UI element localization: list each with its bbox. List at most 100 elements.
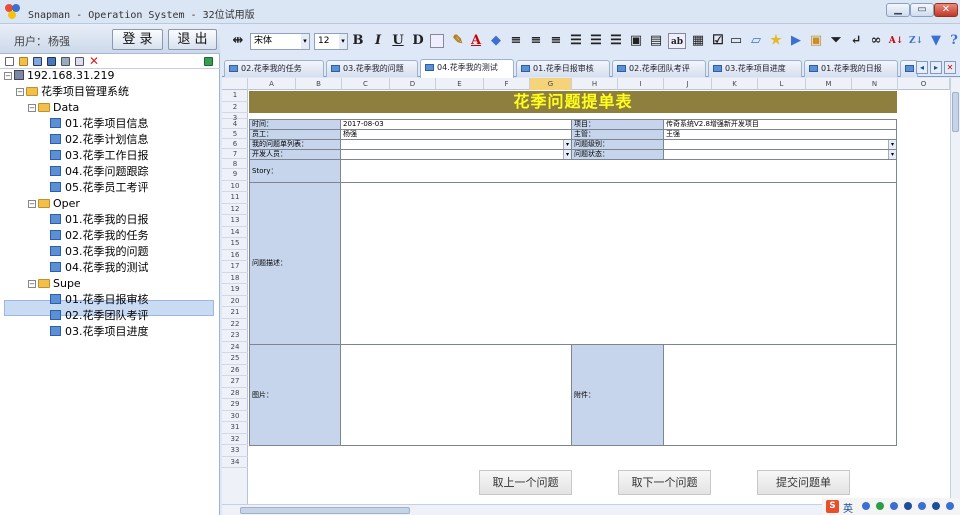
emoji-icon[interactable] <box>876 502 884 510</box>
open-folder-icon[interactable] <box>19 57 28 66</box>
col-header[interactable]: O <box>898 78 950 90</box>
star-icon[interactable]: ★ <box>768 33 784 49</box>
properties-icon[interactable] <box>75 57 84 66</box>
spreadsheet[interactable]: A B C D E F G H I J K L M N O 1 2 3 4 5 … <box>222 78 950 504</box>
collapse-icon[interactable]: − <box>28 280 36 288</box>
fill-color-icon[interactable]: ◆ <box>488 33 504 49</box>
tab-my-tests[interactable]: 04.花季我的测试 <box>420 59 514 78</box>
row-number[interactable]: 4 <box>222 119 248 129</box>
row-number[interactable]: 24 <box>222 342 248 353</box>
italic-button[interactable]: I <box>370 33 386 49</box>
image-icon[interactable]: ▱ <box>748 33 764 49</box>
tab-project-progress[interactable]: 03.花季项目进度 <box>708 60 802 77</box>
checkbox-icon[interactable]: ☑ <box>710 33 726 49</box>
row-number[interactable]: 26 <box>222 365 248 376</box>
row-number[interactable]: 31 <box>222 422 248 434</box>
row-number[interactable]: 20 <box>222 296 248 307</box>
corner-cell[interactable] <box>222 78 248 90</box>
row-number[interactable]: 10 <box>222 181 248 192</box>
scroll-thumb[interactable] <box>952 92 959 132</box>
tree-system[interactable]: − 花季项目管理系统 <box>16 84 129 100</box>
logout-button[interactable]: 退 出 <box>168 29 217 50</box>
chevron-down-icon[interactable]: ▾ <box>563 140 571 149</box>
row-number[interactable]: 6 <box>222 139 248 149</box>
keyboard-icon[interactable] <box>904 502 912 510</box>
row-number[interactable]: 8 <box>222 159 248 169</box>
copy-icon[interactable] <box>33 57 42 66</box>
col-header[interactable]: H <box>572 78 618 90</box>
row-number[interactable]: 9 <box>222 169 248 181</box>
ime-language[interactable]: 英 <box>843 500 853 515</box>
col-header-selected[interactable]: G <box>530 78 572 90</box>
description-field[interactable] <box>340 182 897 345</box>
prev-issue-button[interactable]: 取上一个问题 <box>479 470 572 495</box>
sort-asc-icon[interactable]: A↓ <box>888 33 904 49</box>
cut-icon[interactable] <box>47 57 56 66</box>
row-number[interactable]: 33 <box>222 445 248 457</box>
help-icon[interactable]: ? <box>946 33 960 49</box>
collapse-icon[interactable]: − <box>4 72 12 80</box>
minimize-button[interactable]: ▁ <box>886 3 910 17</box>
grid-icon[interactable] <box>946 502 954 510</box>
col-header[interactable]: F <box>484 78 530 90</box>
row-number[interactable]: 29 <box>222 399 248 411</box>
font-size-select[interactable]: 12 ▾ <box>314 33 348 50</box>
sort-desc-icon[interactable]: Z↓ <box>908 33 924 49</box>
link-icon[interactable]: ∞ <box>868 33 884 49</box>
tab-my-report[interactable]: 01.花季我的日报 <box>804 60 898 77</box>
row-number[interactable]: 17 <box>222 261 248 273</box>
chevron-down-icon[interactable]: ▾ <box>563 150 571 159</box>
ime-logo-icon[interactable]: S <box>826 500 839 513</box>
tree-item[interactable]: 03.花季我的问题 <box>50 244 149 260</box>
row-number[interactable]: 27 <box>222 376 248 388</box>
col-header[interactable]: M <box>806 78 852 90</box>
column-width-icon[interactable]: ⇹ <box>230 33 246 49</box>
lock-icon[interactable]: ▣ <box>808 33 824 49</box>
merge-icon[interactable]: ▣ <box>628 33 644 49</box>
row-number[interactable]: 12 <box>222 204 248 215</box>
chevron-down-icon[interactable]: ▾ <box>339 34 347 49</box>
maximize-button[interactable]: ▭ <box>910 3 934 17</box>
tab-prev-icon[interactable]: ◂ <box>916 61 928 74</box>
chevron-down-icon[interactable]: ▾ <box>301 34 309 49</box>
tree-group-data[interactable]: − Data <box>28 100 79 116</box>
funnel-icon[interactable]: ▼ <box>928 33 944 49</box>
col-header[interactable]: N <box>852 78 898 90</box>
tree-item-selected[interactable]: 04.花季我的测试 <box>50 260 149 276</box>
underline-button[interactable]: U <box>390 33 406 49</box>
return-icon[interactable]: ↵ <box>848 33 864 49</box>
tree-item[interactable]: 04.花季问题跟踪 <box>50 164 149 180</box>
login-button[interactable]: 登 录 <box>112 29 163 50</box>
tab-report-review[interactable]: 01.花季日报审核 <box>516 60 610 77</box>
submit-issue-button[interactable]: 提交问题单 <box>757 470 850 495</box>
tab-next-icon[interactable]: ▸ <box>930 61 942 74</box>
new-icon[interactable] <box>5 57 14 66</box>
refresh-icon[interactable] <box>204 57 213 66</box>
tree-group-supe[interactable]: − Supe <box>28 276 81 292</box>
tree-item[interactable]: 02.花季计划信息 <box>50 132 149 148</box>
align-left-icon[interactable]: ☰ <box>568 33 584 49</box>
list-icon[interactable]: ▦ <box>690 33 706 49</box>
row-number[interactable]: 32 <box>222 434 248 445</box>
row-number[interactable]: 14 <box>222 227 248 238</box>
collapse-icon[interactable]: − <box>28 104 36 112</box>
row-number[interactable]: 30 <box>222 411 248 422</box>
row-number[interactable]: 23 <box>222 330 248 342</box>
align-right-icon[interactable]: ☰ <box>608 33 624 49</box>
input-field-icon[interactable]: ▭ <box>728 33 744 49</box>
story-field[interactable] <box>340 159 897 183</box>
row-number[interactable]: 34 <box>222 457 248 468</box>
row-number[interactable]: 11 <box>222 192 248 204</box>
pen-icon[interactable]: ✎ <box>450 33 466 49</box>
mic-icon[interactable] <box>890 502 898 510</box>
col-header[interactable]: C <box>342 78 390 90</box>
scroll-thumb[interactable] <box>240 507 410 514</box>
textbox-button[interactable]: ab <box>668 33 686 49</box>
align-center-icon[interactable]: ☰ <box>588 33 604 49</box>
tree-item[interactable]: 02.花季我的任务 <box>50 228 149 244</box>
vertical-scrollbar[interactable] <box>950 78 960 504</box>
align-middle-icon[interactable]: ≡ <box>528 33 544 49</box>
font-name-select[interactable]: 宋体 ▾ <box>250 33 310 50</box>
tab-team-eval[interactable]: 02.花季团队考评 <box>612 60 706 77</box>
bold-button[interactable]: B <box>350 33 366 49</box>
